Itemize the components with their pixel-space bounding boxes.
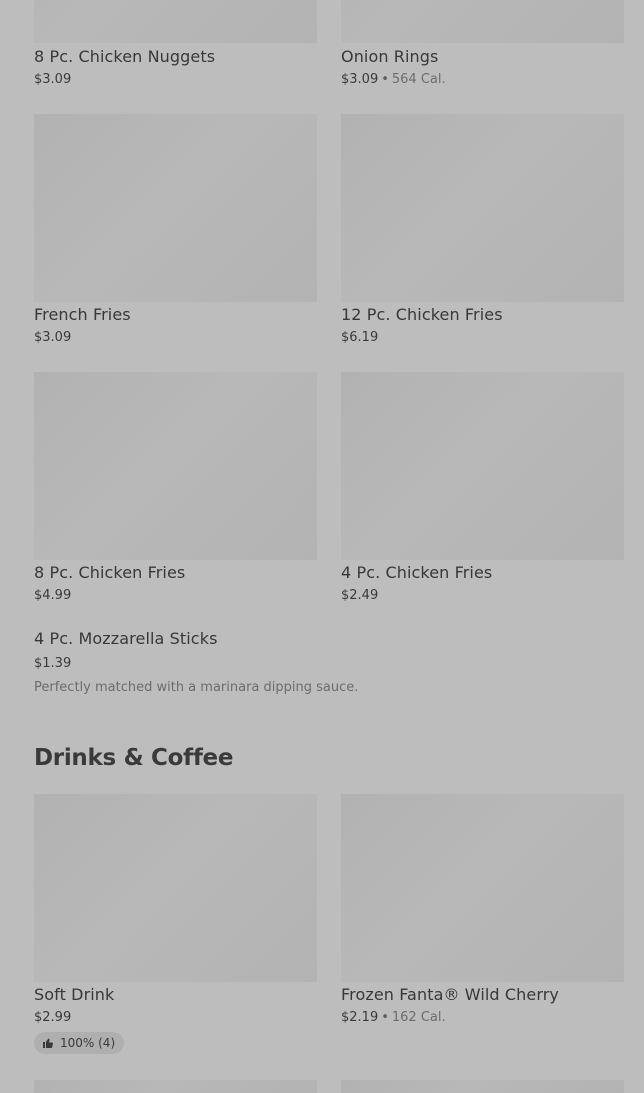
item-price: $3.09 • 564 Cal. [341, 72, 446, 87]
item-image-soft-drink[interactable] [34, 794, 317, 982]
item-name[interactable]: Frozen Fanta® Wild Cherry [341, 985, 559, 1004]
item-calories: 564 Cal. [391, 72, 446, 87]
item-image-next[interactable] [341, 1080, 624, 1093]
item-name[interactable]: Onion Rings [341, 47, 439, 66]
item-calories: 162 Cal. [391, 1010, 446, 1025]
item-price: $4.99 [34, 588, 72, 603]
rating-badge: 100% (4) [34, 1032, 125, 1054]
item-name[interactable]: 4 Pc. Chicken Fries [341, 563, 492, 582]
item-name[interactable]: French Fries [34, 305, 131, 324]
item-image-onion-rings[interactable] [341, 0, 624, 43]
item-name[interactable]: 8 Pc. Chicken Fries [34, 563, 185, 582]
thumbs-up-icon [42, 1037, 54, 1049]
item-price: $3.09 [34, 72, 72, 87]
item-name[interactable]: 8 Pc. Chicken Nuggets [34, 47, 215, 66]
item-description: Perfectly matched with a marinara dippin… [34, 680, 359, 695]
item-name[interactable]: 4 Pc. Mozzarella Sticks [34, 629, 218, 648]
rating-text: 100% (4) [60, 1036, 116, 1050]
item-price: $2.49 [341, 588, 379, 603]
item-price: $3.09 [34, 330, 72, 345]
item-image-4pc-chicken-fries[interactable] [341, 372, 624, 560]
item-name[interactable]: Soft Drink [34, 985, 114, 1004]
section-title: Drinks & Coffee [34, 745, 234, 771]
item-image-french-fries[interactable] [34, 114, 317, 302]
item-price: $6.19 [341, 330, 379, 345]
item-image-8pc-chicken-fries[interactable] [34, 372, 317, 560]
item-price: $2.99 [34, 1010, 72, 1025]
item-image-chicken-nuggets[interactable] [34, 0, 317, 43]
item-image-12pc-chicken-fries[interactable] [341, 114, 624, 302]
item-name[interactable]: 12 Pc. Chicken Fries [341, 305, 503, 324]
separator-dot: • [381, 72, 389, 87]
separator-dot: • [381, 1010, 389, 1025]
item-image-frozen-fanta[interactable] [341, 794, 624, 982]
item-price: $2.19 • 162 Cal. [341, 1010, 446, 1025]
item-price: $1.39 [34, 656, 72, 671]
item-image-next[interactable] [34, 1080, 317, 1093]
